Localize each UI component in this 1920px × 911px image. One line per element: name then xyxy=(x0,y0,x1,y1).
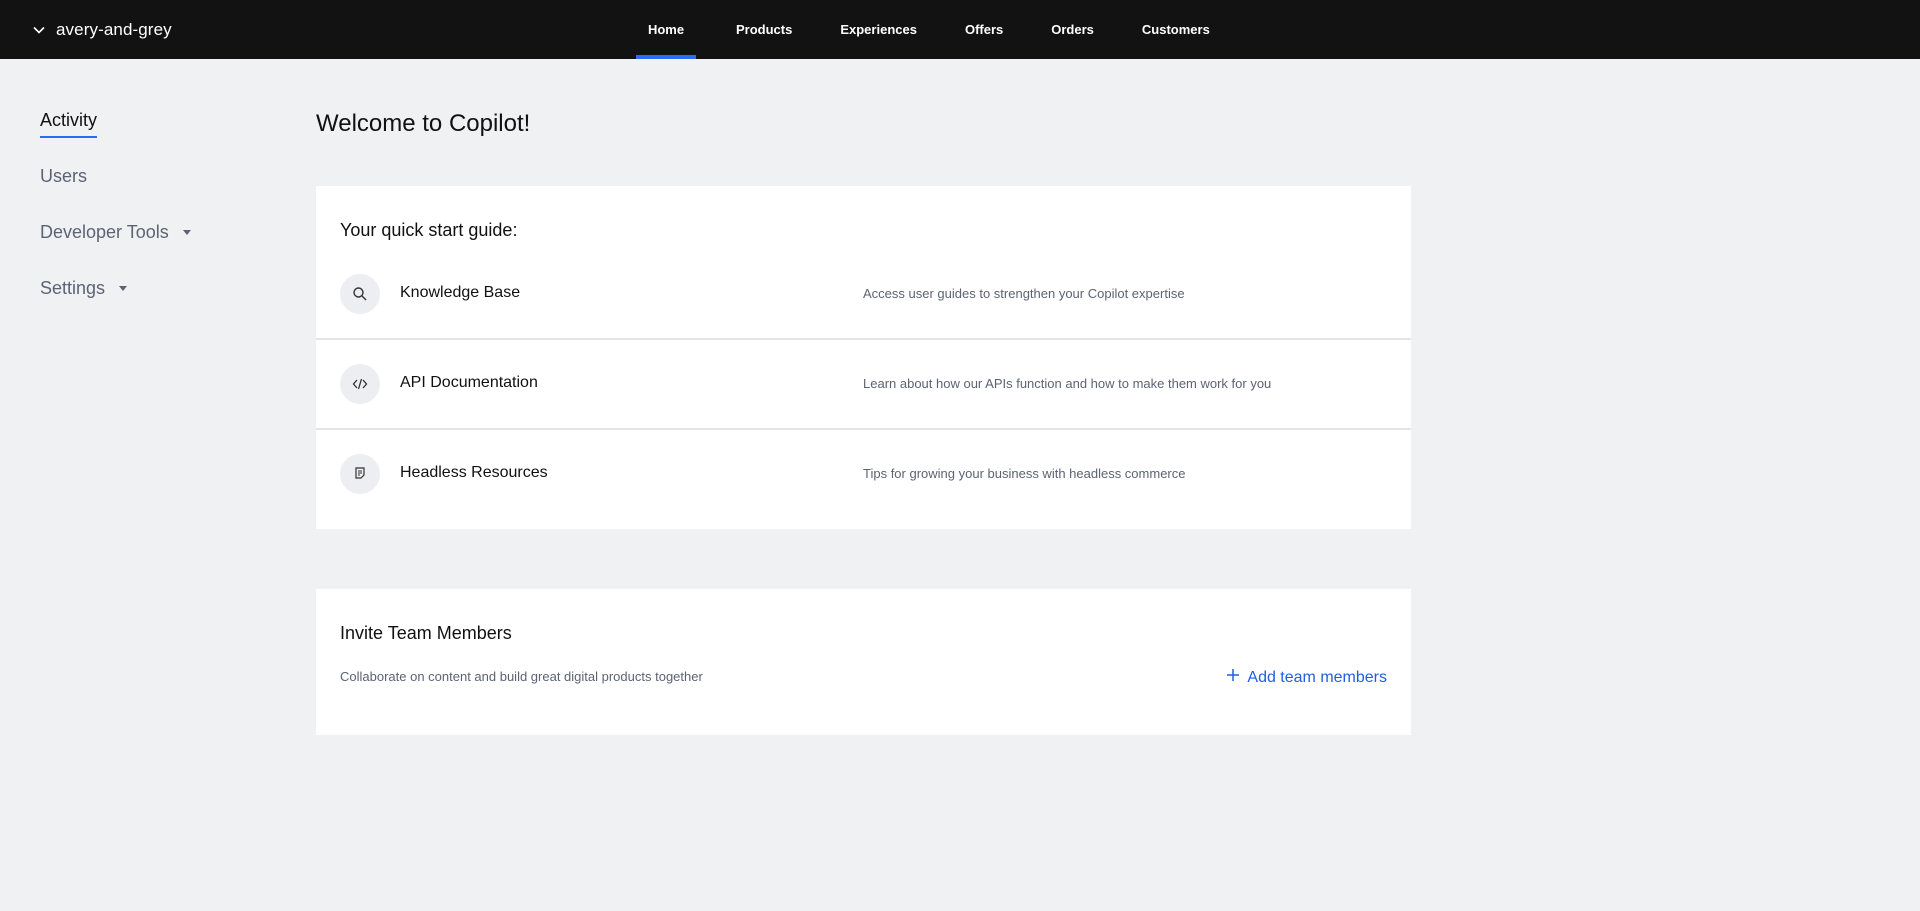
nav-customers-label: Customers xyxy=(1141,22,1210,37)
guide-item-knowledge-base[interactable]: Knowledge Base Access user guides to str… xyxy=(316,251,1411,340)
page-title: Welcome to Copilot! xyxy=(316,110,531,137)
nav-experiences-label: Experiences xyxy=(840,22,917,37)
guide-item-description: Learn about how our APIs function and ho… xyxy=(863,376,1272,391)
sidebar-item-users[interactable]: Users xyxy=(40,166,87,187)
nav-home[interactable]: Home xyxy=(636,0,696,59)
nav-products[interactable]: Products xyxy=(728,0,800,59)
nav-offers[interactable]: Offers xyxy=(957,0,1011,59)
guide-item-description: Access user guides to strengthen your Co… xyxy=(863,286,1185,301)
guide-item-title: API Documentation xyxy=(400,374,538,391)
sidebar-item-label: Settings xyxy=(40,278,106,298)
nav-experiences[interactable]: Experiences xyxy=(832,0,925,59)
nav-products-label: Products xyxy=(736,22,793,37)
guide-item-headless-resources[interactable]: Headless Resources Tips for growing your… xyxy=(316,431,1411,520)
org-name: avery-and-grey xyxy=(56,19,172,39)
add-team-members-button[interactable]: Add team members xyxy=(1226,668,1387,687)
invite-team-card: Invite Team Members Collaborate on conte… xyxy=(316,589,1411,735)
sidebar-item-developer-tools[interactable]: Developer Tools xyxy=(40,222,191,243)
add-team-members-label: Add team members xyxy=(1247,668,1387,686)
sidebar-item-label: Activity xyxy=(40,110,98,138)
guide-item-api-documentation[interactable]: API Documentation Learn about how our AP… xyxy=(316,341,1411,430)
guide-item-description: Tips for growing your business with head… xyxy=(863,466,1186,481)
caret-down-icon xyxy=(182,230,191,235)
main-nav: Home Products Experiences Offers Orders … xyxy=(636,0,1218,59)
sidebar-item-label: Developer Tools xyxy=(40,222,169,242)
quick-start-card: Your quick start guide: Knowledge Base A… xyxy=(316,186,1411,529)
nav-home-label: Home xyxy=(647,22,685,37)
search-icon xyxy=(340,274,380,314)
guide-item-title: Headless Resources xyxy=(400,464,548,481)
sidebar-item-label: Users xyxy=(40,166,88,186)
plus-icon xyxy=(1226,668,1240,687)
org-switcher[interactable]: avery-and-grey xyxy=(32,0,172,59)
document-icon xyxy=(340,454,380,494)
quick-start-heading: Your quick start guide: xyxy=(340,220,518,240)
code-icon xyxy=(340,364,380,404)
sidebar-item-settings[interactable]: Settings xyxy=(40,278,128,299)
nav-orders[interactable]: Orders xyxy=(1043,0,1102,59)
invite-heading: Invite Team Members xyxy=(340,623,512,643)
guide-item-title: Knowledge Base xyxy=(400,284,521,301)
sidebar-item-activity[interactable]: Activity xyxy=(40,110,98,138)
nav-customers[interactable]: Customers xyxy=(1134,0,1218,59)
caret-down-icon xyxy=(119,286,128,291)
chevron-down-icon xyxy=(32,23,46,37)
top-navigation-bar: avery-and-grey Home Products Experiences… xyxy=(0,0,1920,59)
invite-description: Collaborate on content and build great d… xyxy=(340,669,703,684)
nav-orders-label: Orders xyxy=(1051,22,1094,37)
nav-offers-label: Offers xyxy=(964,22,1004,37)
